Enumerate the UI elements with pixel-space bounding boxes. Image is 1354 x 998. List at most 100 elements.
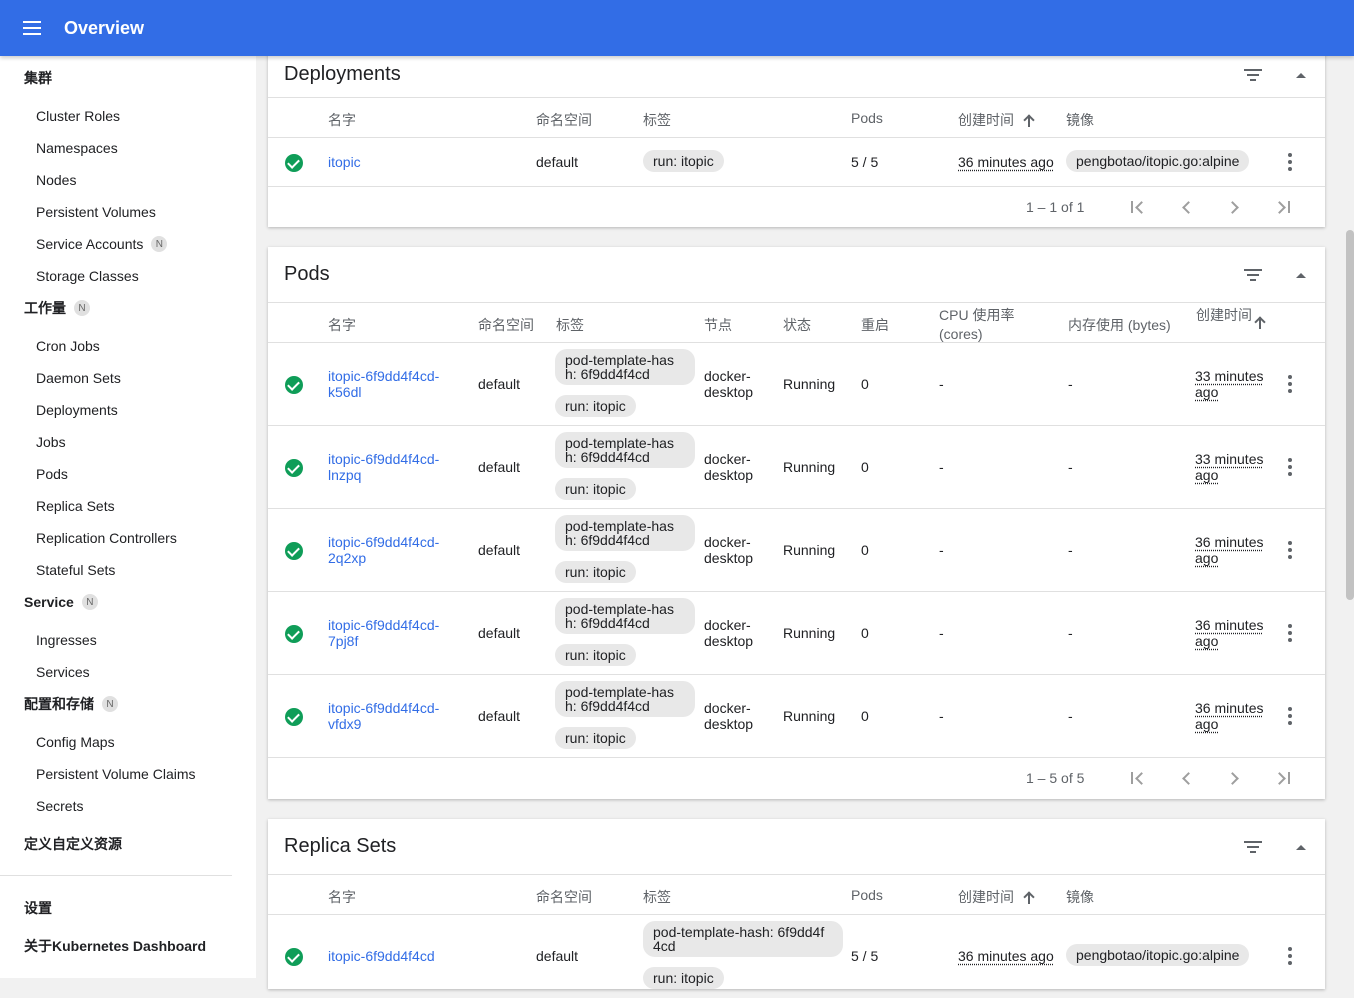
new-badge: N [74, 300, 90, 316]
last-page-icon[interactable] [1270, 195, 1294, 219]
first-page-icon[interactable] [1126, 195, 1150, 219]
column-header-created[interactable]: 创建时间 [1196, 306, 1256, 325]
column-header-namespace[interactable]: 命名空间 [536, 887, 592, 907]
column-header-memory: 内存使用 (bytes) [1068, 317, 1171, 333]
sidebar-item-service-accounts[interactable]: Service Accounts N [0, 228, 256, 260]
created-time[interactable]: 36 minutes ago [958, 948, 1054, 964]
column-header-restarts[interactable]: 重启 [861, 315, 889, 335]
last-page-icon[interactable] [1270, 766, 1294, 790]
column-header-created[interactable]: 创建时间 [958, 110, 1034, 130]
sidebar-item-cluster-roles[interactable]: Cluster Roles [0, 100, 256, 132]
sidebar-section-service[interactable]: Service N [0, 586, 256, 618]
sidebar-item-about[interactable]: 关于Kubernetes Dashboard [0, 930, 256, 962]
sidebar-section-workloads[interactable]: 工作量 N [0, 292, 256, 324]
node-line: docker- [704, 368, 751, 384]
sidebar-section-label: 关于Kubernetes Dashboard [24, 938, 207, 954]
more-actions-icon[interactable] [1278, 944, 1302, 968]
scrollbar-thumb[interactable] [1346, 230, 1354, 600]
column-header-labels: 标签 [643, 889, 671, 905]
memory-value: - [1068, 376, 1073, 392]
sidebar-item-daemon-sets[interactable]: Daemon Sets [0, 362, 256, 394]
column-header-node[interactable]: 节点 [704, 315, 732, 335]
label-chip-line: h: 6f9dd4f4cd [565, 449, 650, 465]
pager-range: 1 – 1 of 1 [1026, 199, 1085, 215]
card-title: Pods [284, 263, 330, 285]
sidebar-item-nodes[interactable]: Nodes [0, 164, 256, 196]
sidebar-item-storage-classes[interactable]: Storage Classes [0, 260, 256, 292]
sidebar-item-pods[interactable]: Pods [0, 458, 256, 490]
pod-name-link[interactable]: itopic-6f9dd4f4cd-vfdx9 [328, 700, 439, 732]
pager-range: 1 – 5 of 5 [1026, 770, 1085, 786]
sidebar-item-services[interactable]: Services [0, 656, 256, 688]
column-header-namespace[interactable]: 命名空间 [478, 315, 534, 335]
pod-name-link[interactable]: itopic-6f9dd4f4cd-lnzpq [328, 451, 439, 483]
sidebar-item-secrets[interactable]: Secrets [0, 790, 256, 822]
sidebar-item-persistent-volumes[interactable]: Persistent Volumes [0, 196, 256, 228]
filter-icon[interactable] [1229, 827, 1277, 867]
created-time[interactable]: 36 minutes ago [1195, 617, 1263, 649]
filter-icon[interactable] [1229, 255, 1277, 295]
created-time[interactable]: 33 minutes ago [1195, 368, 1263, 400]
column-header-created[interactable]: 创建时间 [958, 887, 1034, 907]
created-time[interactable]: 33 minutes ago [1195, 451, 1263, 483]
column-header-name[interactable]: 名字 [328, 110, 356, 130]
created-time[interactable]: 36 minutes ago [1195, 534, 1263, 566]
collapse-icon[interactable] [1277, 255, 1325, 295]
pod-name-link[interactable]: itopic-6f9dd4f4cd- 7pj8f [328, 617, 439, 649]
sidebar-section-cluster[interactable]: 集群 [0, 62, 256, 94]
next-page-icon[interactable] [1222, 195, 1246, 219]
menu-icon[interactable] [0, 0, 64, 56]
sidebar-item-stateful-sets[interactable]: Stateful Sets [0, 554, 256, 586]
sidebar-item-label: Pods [36, 466, 68, 482]
created-line: 36 minutes [1195, 700, 1264, 716]
column-header-label: 创建时间 [958, 112, 1014, 128]
more-actions-icon[interactable] [1278, 150, 1302, 174]
paginator: 1 – 1 of 1 [268, 187, 1325, 227]
created-time[interactable]: 36 minutes ago [958, 154, 1054, 170]
sidebar-section-label: 定义自定义资源 [24, 836, 122, 852]
node-value: docker-desktop [704, 451, 753, 483]
column-header-name[interactable]: 名字 [328, 315, 356, 335]
table-header-row: 名字 命名空间 标签 Pods 创建时间 镜像 [268, 98, 1325, 138]
more-actions-icon[interactable] [1278, 621, 1302, 645]
sidebar-item-namespaces[interactable]: Namespaces [0, 132, 256, 164]
collapse-icon[interactable] [1277, 827, 1325, 867]
pod-name-link[interactable]: itopic-6f9dd4f4cd- 2q2xp [328, 534, 439, 566]
sidebar-item-cron-jobs[interactable]: Cron Jobs [0, 330, 256, 362]
collapse-icon[interactable] [1277, 55, 1325, 95]
sidebar-item-replication-controllers[interactable]: Replication Controllers [0, 522, 256, 554]
sidebar-item-jobs[interactable]: Jobs [0, 426, 256, 458]
column-header-name[interactable]: 名字 [328, 887, 356, 907]
previous-page-icon[interactable] [1174, 195, 1198, 219]
sidebar-item-deployments[interactable]: Deployments [0, 394, 256, 426]
sidebar-item-config-maps[interactable]: Config Maps [0, 726, 256, 758]
label-chip-line: pod-template-has [565, 601, 674, 617]
status-ok-icon [285, 542, 303, 560]
sidebar-item-ingresses[interactable]: Ingresses [0, 624, 256, 656]
created-line: ago [1195, 716, 1219, 732]
pod-name-link[interactable]: itopic-6f9dd4f4cd-k56dl [328, 368, 439, 400]
created-time[interactable]: 36 minutes ago [1195, 700, 1263, 732]
column-header-namespace[interactable]: 命名空间 [536, 110, 592, 130]
next-page-icon[interactable] [1222, 766, 1246, 790]
namespace-value: default [536, 154, 579, 170]
label-chip: run: itopic [643, 150, 724, 172]
sidebar-section-config-storage[interactable]: 配置和存储 N [0, 688, 256, 720]
created-line: 33 minutes [1195, 368, 1264, 384]
sidebar-item-replica-sets[interactable]: Replica Sets [0, 490, 256, 522]
filter-icon[interactable] [1229, 55, 1277, 95]
column-header-status[interactable]: 状态 [783, 315, 811, 335]
more-actions-icon[interactable] [1278, 455, 1302, 479]
more-actions-icon[interactable] [1278, 704, 1302, 728]
sidebar-section-crd[interactable]: 定义自定义资源 [0, 828, 256, 860]
created-line: 33 minutes [1195, 451, 1264, 467]
more-actions-icon[interactable] [1278, 538, 1302, 562]
sidebar-item-settings[interactable]: 设置 [0, 892, 256, 924]
deployment-name-link[interactable]: itopic [328, 154, 361, 170]
first-page-icon[interactable] [1126, 766, 1150, 790]
sidebar-item-persistent-volume-claims[interactable]: Persistent Volume Claims [0, 758, 256, 790]
previous-page-icon[interactable] [1174, 766, 1198, 790]
more-actions-icon[interactable] [1278, 372, 1302, 396]
label-chip: pod-template-hash: 6f9dd4f4cd [643, 921, 843, 957]
replica-set-name-link[interactable]: itopic-6f9dd4f4cd [328, 948, 435, 964]
